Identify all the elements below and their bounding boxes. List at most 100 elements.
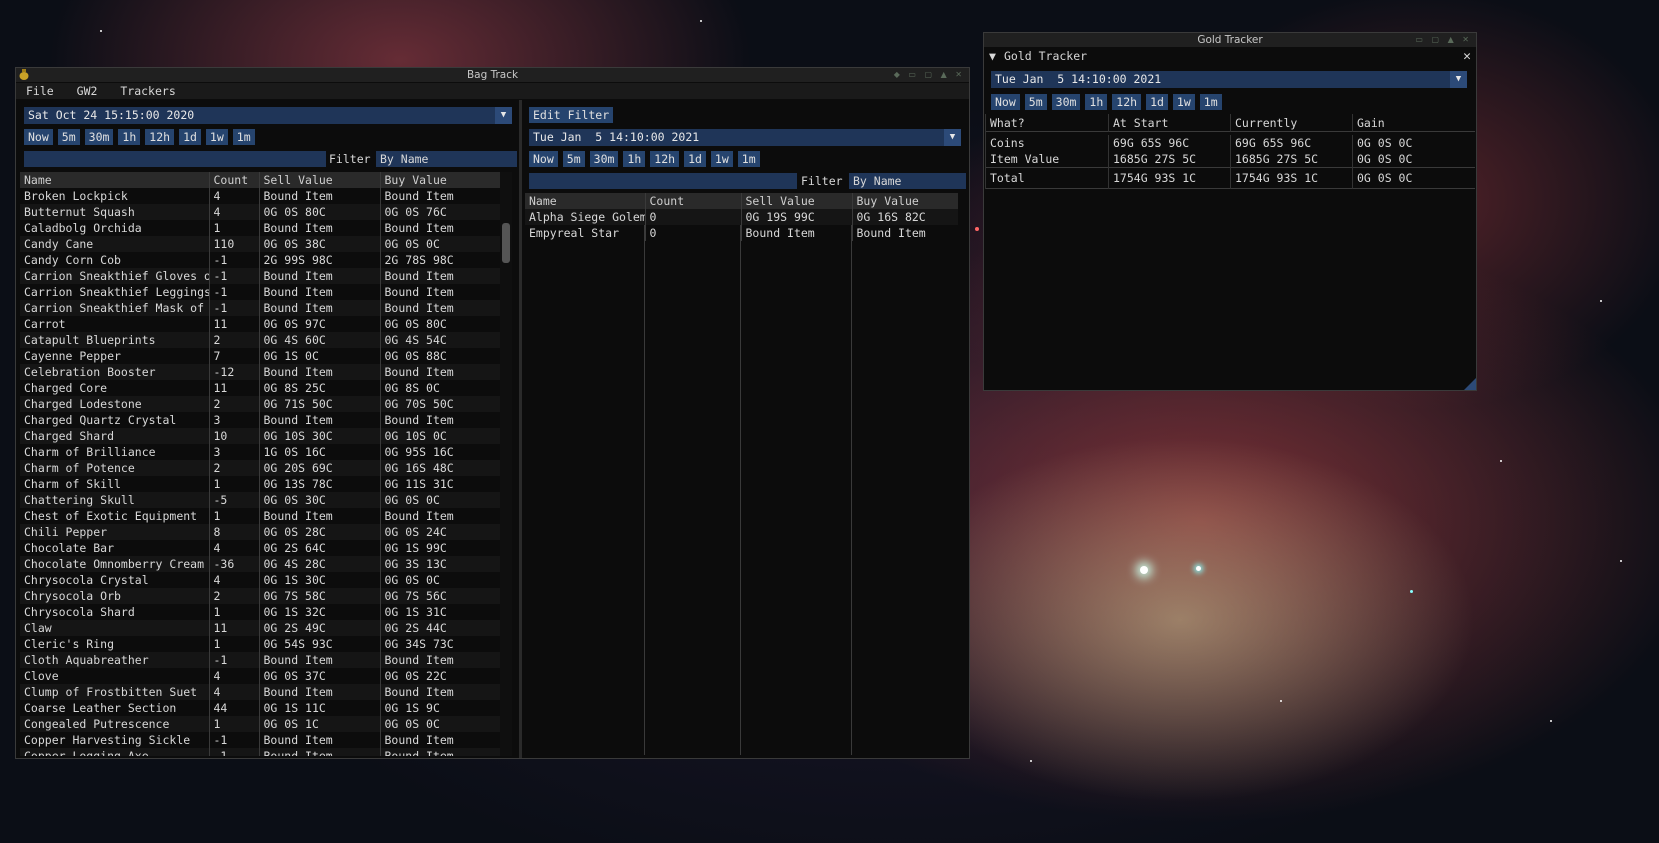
window-titlebar[interactable]: Gold Tracker ▭ ▢ ▲ ✕ bbox=[984, 33, 1476, 47]
dropdown-arrow-icon[interactable]: ▼ bbox=[944, 129, 961, 146]
table-row[interactable]: Clove 4 0G 0S 37C 0G 0S 22C bbox=[20, 668, 500, 684]
table-row[interactable]: Chrysocola Shard 1 0G 1S 32C 0G 1S 31C bbox=[20, 604, 500, 620]
column-header-sell-value[interactable]: Sell Value bbox=[740, 193, 852, 209]
table-row[interactable]: Carrot 11 0G 0S 97C 0G 0S 80C bbox=[20, 316, 500, 332]
table-row[interactable]: Chattering Skull -5 0G 0S 30C 0G 0S 0C bbox=[20, 492, 500, 508]
item-sell-value: 0G 0S 1C bbox=[258, 716, 380, 732]
scrollbar-thumb[interactable] bbox=[502, 223, 510, 263]
end-date-select[interactable]: Tue Jan 5 14:10:00 2021 ▼ bbox=[529, 129, 961, 146]
time-button-1w[interactable]: 1w bbox=[710, 151, 733, 167]
table-row[interactable]: Charged Shard 10 0G 10S 30C 0G 10S 0C bbox=[20, 428, 500, 444]
table-row[interactable]: Congealed Putrescence 1 0G 0S 1C 0G 0S 0C bbox=[20, 716, 500, 732]
table-row[interactable]: Copper Logging Axe -1 Bound Item Bound Item bbox=[20, 748, 500, 756]
column-header-name[interactable]: Name bbox=[525, 193, 645, 209]
time-button-1w[interactable]: 1w bbox=[1172, 94, 1195, 110]
dropdown-arrow-icon[interactable]: ▼ bbox=[1450, 71, 1467, 88]
table-row[interactable]: Charm of Brilliance 3 1G 0S 16C 0G 95S 16C bbox=[20, 444, 500, 460]
window-titlebar[interactable]: Bag Track ◆ ▭ ▢ ▲ ✕ bbox=[16, 68, 969, 82]
time-button-30m[interactable]: 30m bbox=[589, 151, 619, 167]
table-row[interactable]: Chili Pepper 8 0G 0S 28C 0G 0S 24C bbox=[20, 524, 500, 540]
time-button-1w[interactable]: 1w bbox=[205, 129, 228, 145]
time-button-12h[interactable]: 12h bbox=[145, 129, 175, 145]
time-button-1m[interactable]: 1m bbox=[1199, 94, 1222, 110]
table-row[interactable]: Carrion Sneakthief Gloves of -1 Bound Item… bbox=[20, 268, 500, 284]
time-button-now[interactable]: Now bbox=[529, 151, 558, 167]
table-row[interactable]: Caladbolg Orchida 1 Bound Item Bound Item bbox=[20, 220, 500, 236]
table-row[interactable]: Charged Quartz Crystal 3 Bound Item Bound I… bbox=[20, 412, 500, 428]
table-row[interactable]: Charm of Potence 2 0G 20S 69C 0G 16S 48C bbox=[20, 460, 500, 476]
item-buy-value: Bound Item bbox=[379, 220, 500, 236]
gold-date-select[interactable]: Tue Jan 5 14:10:00 2021 ▼ bbox=[991, 71, 1467, 88]
column-header-buy-value[interactable]: Buy Value bbox=[851, 193, 958, 209]
menu-trackers[interactable]: Trackers bbox=[120, 84, 175, 98]
table-row[interactable]: Cleric's Ring 1 0G 54S 93C 0G 34S 73C bbox=[20, 636, 500, 652]
time-button-1h[interactable]: 1h bbox=[118, 129, 141, 145]
table-row[interactable]: Chocolate Bar 4 0G 2S 64C 0G 1S 99C bbox=[20, 540, 500, 556]
time-button-30m[interactable]: 30m bbox=[1051, 94, 1081, 110]
time-button-1d[interactable]: 1d bbox=[1146, 94, 1168, 110]
time-button-5m[interactable]: 5m bbox=[1024, 94, 1047, 110]
column-header-buy-value[interactable]: Buy Value bbox=[379, 172, 500, 188]
time-button-1h[interactable]: 1h bbox=[623, 151, 646, 167]
time-button-1d[interactable]: 1d bbox=[684, 151, 706, 167]
table-row[interactable]: Alpha Siege Golem 0 0G 19S 99C 0G 16S 82C bbox=[525, 209, 958, 225]
table-row[interactable]: Coarse Leather Section 44 0G 1S 11C 0G 1S 9… bbox=[20, 700, 500, 716]
table-row[interactable]: Charged Lodestone 2 0G 71S 50C 0G 70S 50C bbox=[20, 396, 500, 412]
table-row[interactable]: Cayenne Pepper 7 0G 1S 0C 0G 0S 88C bbox=[20, 348, 500, 364]
time-button-12h[interactable]: 12h bbox=[1112, 94, 1142, 110]
column-header-count[interactable]: Count bbox=[644, 193, 741, 209]
gold-tracker-header[interactable]: ▼ Gold Tracker ✕ bbox=[984, 48, 1476, 65]
table-row[interactable]: Carrion Sneakthief Mask of B -1 Bound Item… bbox=[20, 300, 500, 316]
menu-gw2[interactable]: GW2 bbox=[77, 84, 98, 98]
menu-file[interactable]: File bbox=[26, 84, 54, 98]
table-row[interactable]: Carrion Sneakthief Leggings -1 Bound Item B… bbox=[20, 284, 500, 300]
left-filter-mode-select[interactable]: By Name bbox=[376, 151, 517, 167]
window-controls[interactable]: ◆ ▭ ▢ ▲ ✕ bbox=[894, 68, 965, 82]
time-button-30m[interactable]: 30m bbox=[84, 129, 114, 145]
resize-grip[interactable] bbox=[1464, 378, 1476, 390]
time-button-1m[interactable]: 1m bbox=[232, 129, 255, 145]
time-button-1h[interactable]: 1h bbox=[1085, 94, 1108, 110]
table-row[interactable]: Copper Harvesting Sickle -1 Bound Item Boun… bbox=[20, 732, 500, 748]
table-row[interactable]: Chest of Exotic Equipment 1 Bound Item Boun… bbox=[20, 508, 500, 524]
table-row[interactable]: Butternut Squash 4 0G 0S 80C 0G 0S 76C bbox=[20, 204, 500, 220]
column-header-sell-value[interactable]: Sell Value bbox=[258, 172, 380, 188]
time-button-5m[interactable]: 5m bbox=[57, 129, 80, 145]
time-button-5m[interactable]: 5m bbox=[562, 151, 585, 167]
table-row[interactable]: Chocolate Omnomberry Cream -36 0G 4S 28C 0G… bbox=[20, 556, 500, 572]
start-date-select[interactable]: Sat Oct 24 15:15:00 2020 ▼ bbox=[24, 107, 512, 124]
table-row[interactable]: Catapult Blueprints 2 0G 4S 60C 0G 4S 54C bbox=[20, 332, 500, 348]
table-row[interactable]: Clump of Frostbitten Suet 4 Bound Item Boun… bbox=[20, 684, 500, 700]
time-button-1m[interactable]: 1m bbox=[737, 151, 760, 167]
left-table-scrollbar[interactable] bbox=[500, 172, 512, 756]
dropdown-arrow-icon[interactable]: ▼ bbox=[495, 107, 512, 124]
column-header-count[interactable]: Count bbox=[208, 172, 259, 188]
table-row[interactable]: Candy Cane 110 0G 0S 38C 0G 0S 0C bbox=[20, 236, 500, 252]
table-row[interactable]: Charged Core 11 0G 8S 25C 0G 8S 0C bbox=[20, 380, 500, 396]
item-sell-value: 0G 20S 69C bbox=[258, 460, 380, 476]
window-controls[interactable]: ▭ ▢ ▲ ✕ bbox=[1415, 33, 1472, 47]
close-icon[interactable]: ✕ bbox=[1463, 48, 1471, 65]
time-button-12h[interactable]: 12h bbox=[650, 151, 680, 167]
column-header-name[interactable]: Name bbox=[20, 172, 209, 188]
table-row[interactable]: Broken Lockpick 4 Bound Item Bound Item bbox=[20, 188, 500, 204]
table-row[interactable]: Chrysocola Orb 2 0G 7S 58C 0G 7S 56C bbox=[20, 588, 500, 604]
time-button-now[interactable]: Now bbox=[991, 94, 1020, 110]
table-row[interactable]: Candy Corn Cob -1 2G 99S 98C 2G 78S 98C bbox=[20, 252, 500, 268]
table-row[interactable]: Celebration Booster -12 Bound Item Bound It… bbox=[20, 364, 500, 380]
star bbox=[1410, 590, 1413, 593]
time-button-1d[interactable]: 1d bbox=[179, 129, 201, 145]
table-row[interactable]: Cloth Aquabreather -1 Bound Item Bound Item bbox=[20, 652, 500, 668]
start-date-value: Sat Oct 24 15:15:00 2020 bbox=[28, 108, 195, 122]
right-filter-mode-select[interactable]: By Name bbox=[849, 173, 966, 189]
time-button-now[interactable]: Now bbox=[24, 129, 53, 145]
table-row[interactable]: Empyreal Star 0 Bound Item Bound Item bbox=[525, 225, 958, 241]
table-row[interactable]: Charm of Skill 1 0G 13S 78C 0G 11S 31C bbox=[20, 476, 500, 492]
edit-filter-button[interactable]: Edit Filter bbox=[529, 107, 614, 123]
right-filter-input[interactable] bbox=[529, 173, 797, 189]
left-filter-input[interactable] bbox=[24, 151, 326, 167]
table-row[interactable]: Claw 11 0G 2S 49C 0G 2S 44C bbox=[20, 620, 500, 636]
collapse-triangle-icon[interactable]: ▼ bbox=[989, 48, 996, 65]
table-row[interactable]: Chrysocola Crystal 4 0G 1S 30C 0G 0S 0C bbox=[20, 572, 500, 588]
pane-divider[interactable] bbox=[519, 100, 522, 758]
